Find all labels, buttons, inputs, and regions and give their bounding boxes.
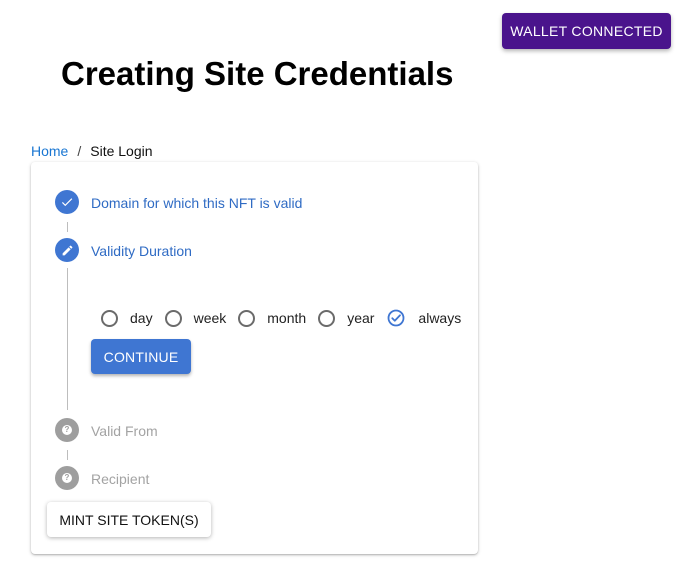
step-1-label[interactable]: Domain for which this NFT is valid xyxy=(91,195,302,211)
breadcrumb: Home / Site Login xyxy=(31,143,153,159)
page-title: Creating Site Credentials xyxy=(61,55,454,92)
step-2-pencil-icon xyxy=(55,238,79,262)
radio-unchecked-icon[interactable] xyxy=(101,309,118,327)
radio-label: month xyxy=(267,310,307,326)
radio-label: always xyxy=(418,310,462,326)
radio-unchecked-icon[interactable] xyxy=(238,309,256,327)
step-3-label[interactable]: Valid From xyxy=(91,423,158,439)
duration-radio-group: day week month year always xyxy=(101,308,461,328)
radio-option-month[interactable]: month xyxy=(238,309,318,327)
radio-label: year xyxy=(347,310,375,326)
step-3-help-icon: ? xyxy=(55,418,79,442)
continue-button[interactable]: CONTINUE xyxy=(91,339,191,374)
radio-unchecked-icon[interactable] xyxy=(164,309,182,327)
radio-label: day xyxy=(130,310,153,326)
check-circle-icon[interactable] xyxy=(386,308,406,328)
step-connector xyxy=(67,450,68,460)
step-4-help-icon: ? xyxy=(55,466,79,490)
radio-label: week xyxy=(193,310,227,326)
radio-unchecked-icon[interactable] xyxy=(318,309,336,327)
breadcrumb-home-link[interactable]: Home xyxy=(31,143,68,159)
step-2-label[interactable]: Validity Duration xyxy=(91,243,192,259)
step-1-check-icon xyxy=(55,190,79,214)
breadcrumb-separator: / xyxy=(77,143,82,159)
wallet-connected-button[interactable]: WALLET CONNECTED xyxy=(502,13,671,49)
step-connector xyxy=(67,222,68,232)
step-content-line xyxy=(67,268,68,410)
radio-option-day[interactable]: day xyxy=(101,309,165,327)
radio-option-week[interactable]: week xyxy=(164,309,239,327)
radio-option-always[interactable]: always xyxy=(386,308,461,328)
step-4-label[interactable]: Recipient xyxy=(91,471,149,487)
radio-option-year[interactable]: year xyxy=(318,309,386,327)
breadcrumb-current: Site Login xyxy=(90,143,153,159)
mint-site-token-button[interactable]: MINT SITE TOKEN(S) xyxy=(47,502,211,537)
